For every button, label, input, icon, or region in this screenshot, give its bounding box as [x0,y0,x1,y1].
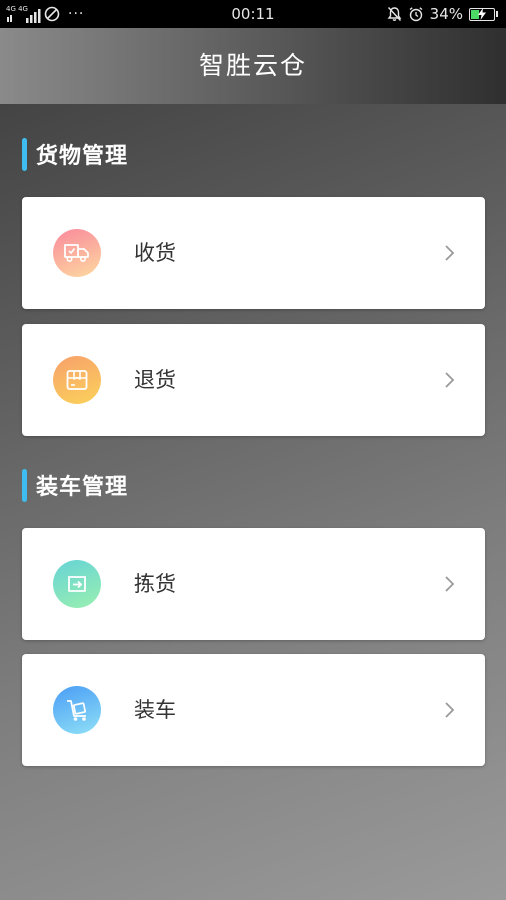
silent-bell-icon [387,6,402,22]
section-title: 货物管理 [36,144,129,169]
battery-cap [496,11,498,17]
pick-export-icon [53,560,101,608]
menu-card-return[interactable]: 退货 [22,324,485,436]
alarm-clock-icon [408,6,424,22]
status-right: 34% [387,0,498,28]
menu-label-receive: 收货 [134,241,176,265]
chevron-right-icon [445,702,455,718]
page-title: 智胜云仓 [198,51,307,80]
hand-cart-icon [53,686,101,734]
battery-percent: 34% [429,5,463,23]
section-accent-bar [22,468,27,502]
chevron-right-icon [445,576,455,592]
menu-card-pick[interactable]: 拣货 [22,528,485,640]
menu-label-return: 退货 [134,368,176,392]
battery-icon [469,7,495,21]
section-loading-management: 装车管理 [22,468,128,502]
menu-label-pick: 拣货 [134,572,176,596]
delivery-truck-icon [53,229,101,277]
section-goods-management: 货物管理 [22,137,128,171]
section-accent-bar [22,137,27,171]
app-header: 智胜云仓 [0,28,506,104]
menu-card-load[interactable]: 装车 [22,654,485,766]
chevron-right-icon [445,372,455,388]
menu-label-load: 装车 [134,698,176,722]
section-title: 装车管理 [36,475,129,500]
status-bar: 4G 4G ··· 00:11 34% [0,0,506,28]
charging-bolt-icon [478,7,486,20]
chevron-right-icon [445,245,455,261]
menu-card-receive[interactable]: 收货 [22,197,485,309]
return-box-icon [53,356,101,404]
